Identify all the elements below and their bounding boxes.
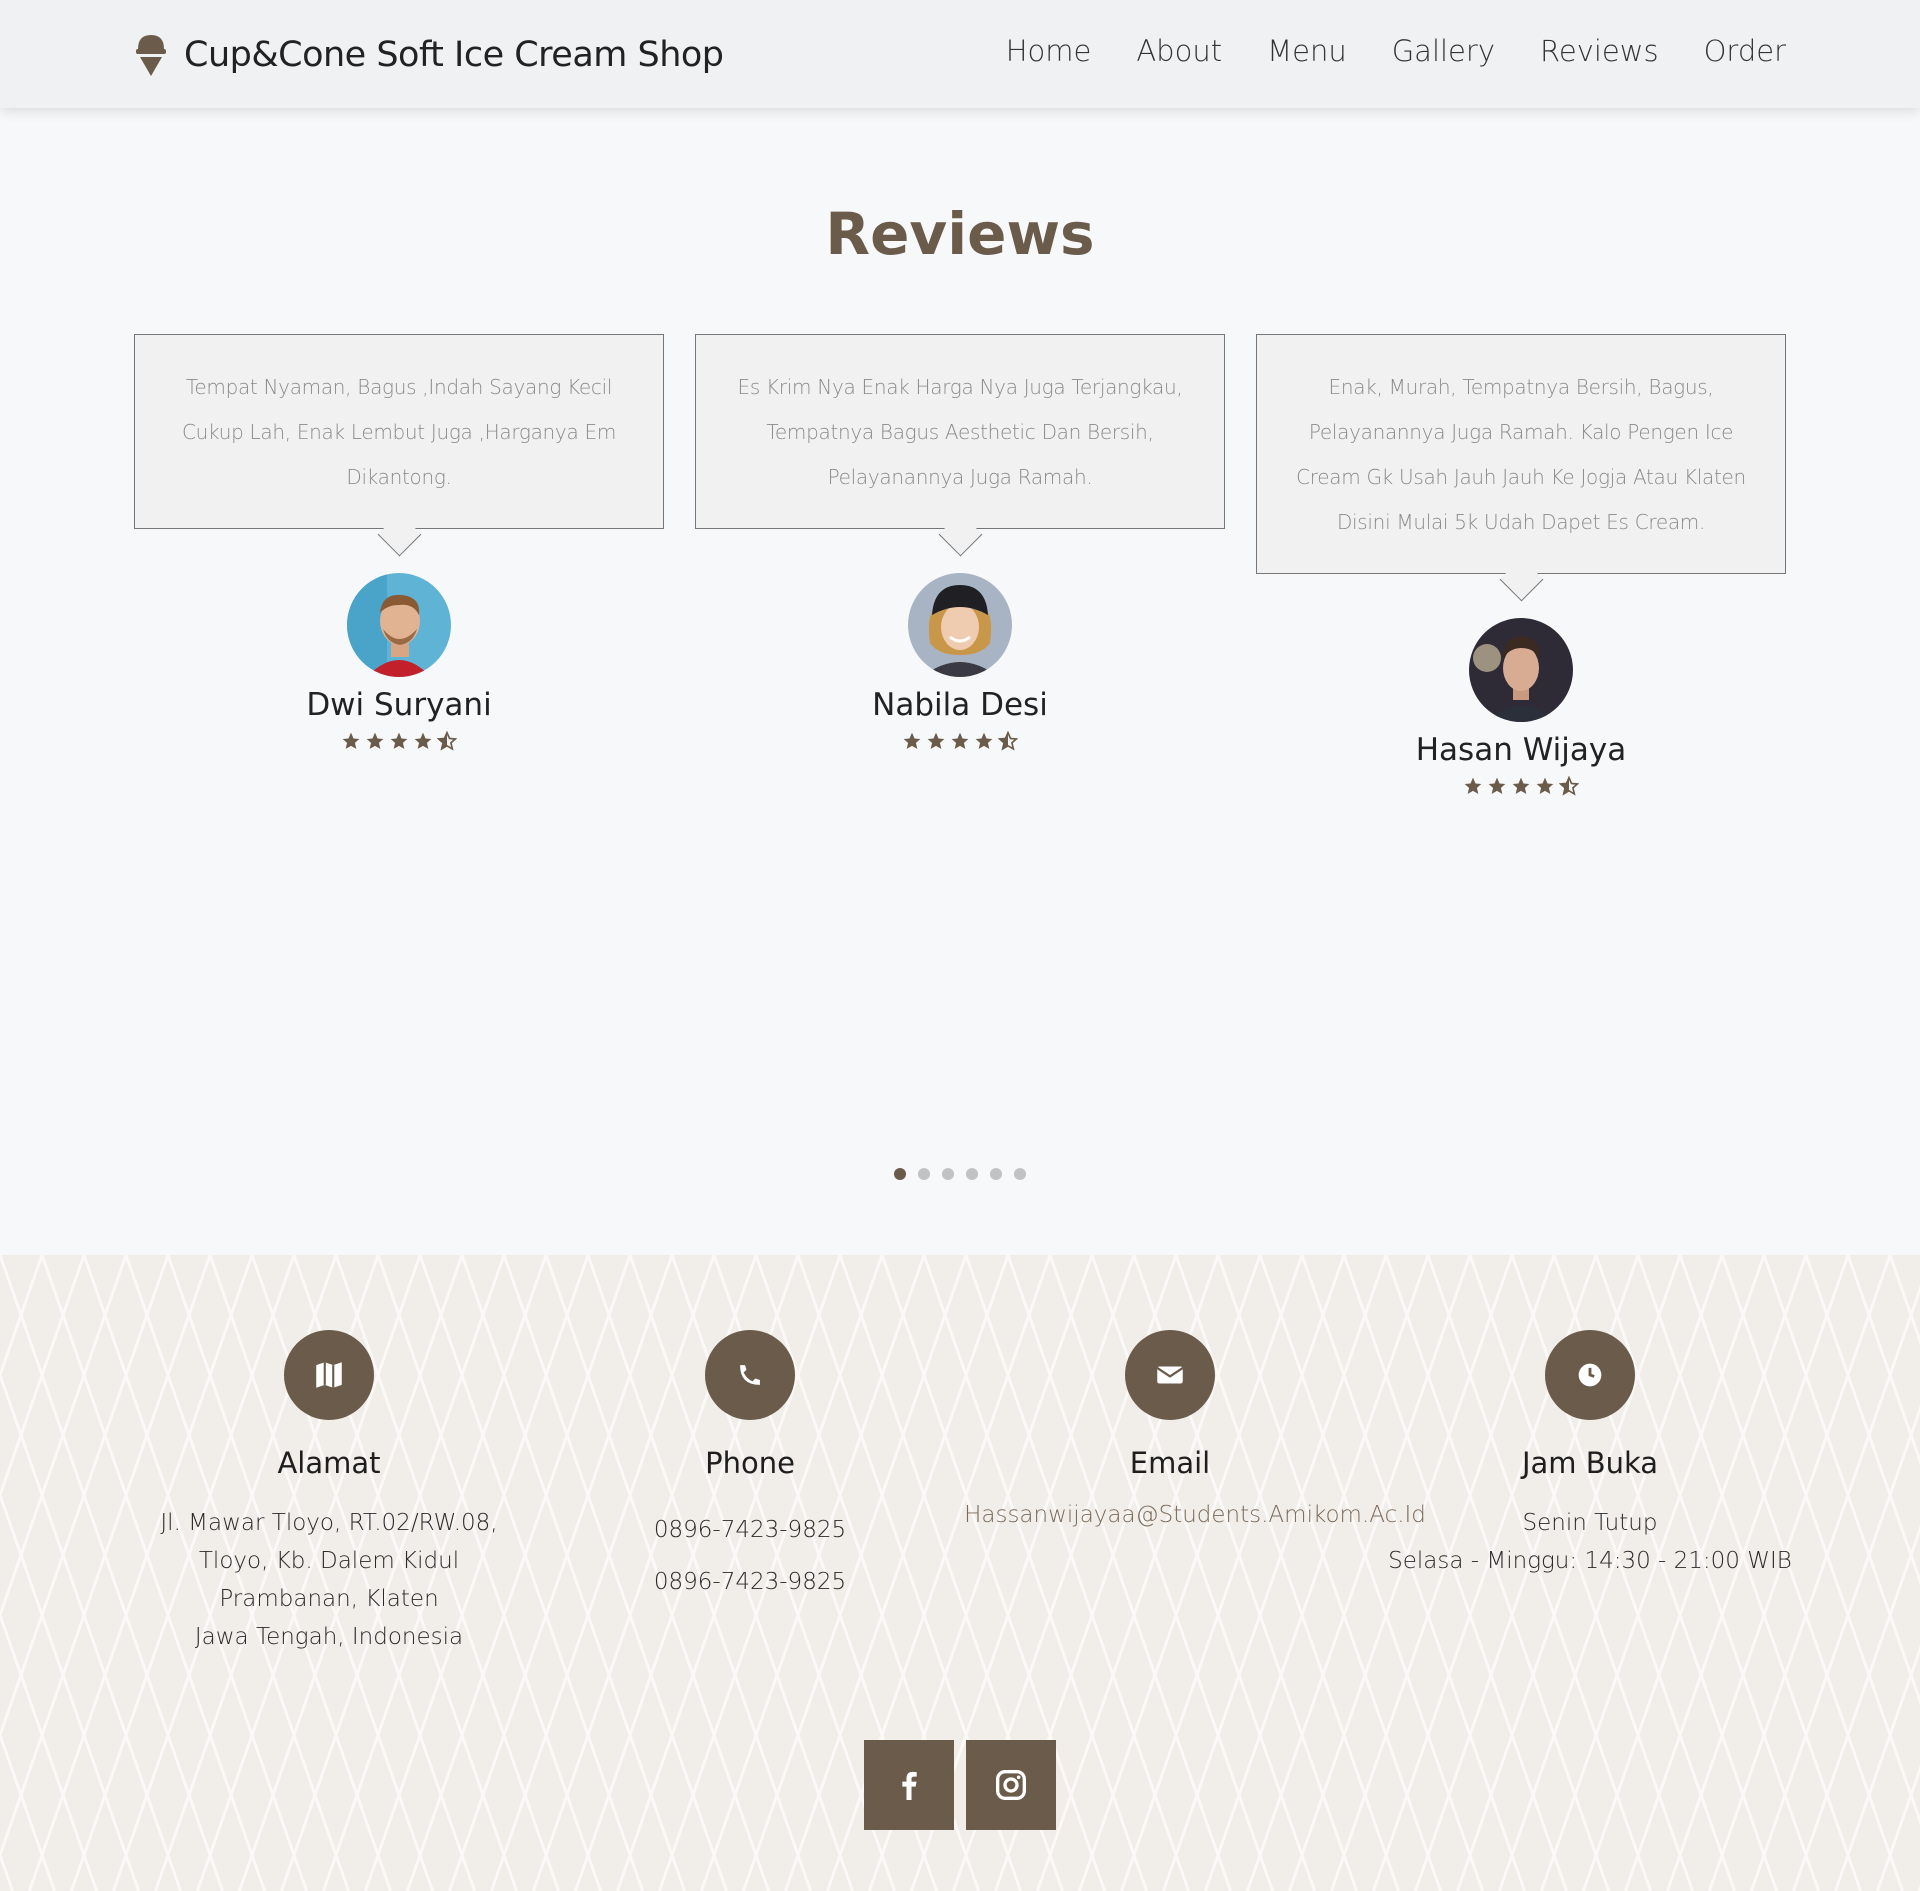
- hours-title: Jam Buka: [1521, 1446, 1659, 1480]
- nav-order[interactable]: Order: [1704, 34, 1786, 68]
- reviewer-name: Nabila Desi: [872, 687, 1048, 723]
- star-icon: [975, 732, 993, 749]
- review-card: Enak, Murah, Tempatnya Bersih, Bagus, Pe…: [1256, 334, 1786, 796]
- review-card: Es Krim Nya Enak Harga Nya Juga Terjangk…: [695, 334, 1225, 751]
- star-half-icon: [998, 731, 1018, 751]
- star-icon: [951, 732, 969, 749]
- avatar: [347, 573, 451, 677]
- star-half-icon: [437, 731, 457, 751]
- star-rating: [902, 731, 1018, 751]
- star-icon: [390, 732, 408, 749]
- map-icon: [316, 1362, 342, 1388]
- phone-numbers: 0896-7423-9825 0896-7423-9825: [654, 1504, 846, 1608]
- star-icon: [1512, 777, 1530, 794]
- star-icon: [342, 732, 360, 749]
- carousel-dot[interactable]: [894, 1168, 906, 1180]
- carousel-dot[interactable]: [990, 1168, 1002, 1180]
- star-rating: [1463, 776, 1579, 796]
- carousel-dot[interactable]: [966, 1168, 978, 1180]
- reviewer-name: Hasan Wijaya: [1415, 732, 1627, 768]
- phone-icon: [740, 1365, 760, 1385]
- phone-title: Phone: [705, 1446, 795, 1480]
- nav-about[interactable]: About: [1136, 34, 1222, 68]
- review-card: Tempat Nyaman, Bagus ,Indah Sayang Kecil…: [134, 334, 664, 751]
- social-links: [864, 1740, 1056, 1830]
- star-icon: [1488, 777, 1506, 794]
- avatar: [908, 573, 1012, 677]
- phone-number[interactable]: 0896-7423-9825: [654, 1504, 846, 1556]
- star-icon: [903, 732, 921, 749]
- reviewer-name: Dwi Suryani: [306, 687, 492, 723]
- brand[interactable]: Cup&Cone Soft Ice Cream Shop: [134, 30, 724, 80]
- avatar: [1469, 618, 1573, 722]
- carousel-dot[interactable]: [942, 1168, 954, 1180]
- star-rating: [341, 731, 457, 751]
- address-title: Alamat: [277, 1446, 381, 1480]
- instagram-icon: [996, 1770, 1026, 1800]
- email-title: Email: [1129, 1446, 1211, 1480]
- carousel-pagination: [0, 1168, 1920, 1180]
- star-half-icon: [1559, 776, 1579, 796]
- hours-text: Senin Tutup Selasa - Minggu: 14:30 - 21:…: [1388, 1510, 1792, 1574]
- ice-cream-icon: [136, 35, 166, 76]
- phone-number[interactable]: 0896-7423-9825: [654, 1556, 846, 1608]
- carousel-dot[interactable]: [1014, 1168, 1026, 1180]
- star-icon: [366, 732, 384, 749]
- hours-block: Jam Buka Senin Tutup Selasa - Minggu: 14…: [1380, 1330, 1800, 1580]
- star-icon: [927, 732, 945, 749]
- footer: Alamat Jl. Mawar Tloyo, RT.02/RW.08, Tlo…: [0, 1255, 1920, 1891]
- navbar: Cup&Cone Soft Ice Cream Shop Home About …: [0, 0, 1920, 108]
- phone-block: Phone 0896-7423-9825 0896-7423-9825: [540, 1330, 960, 1608]
- envelope-icon: [1156, 1366, 1184, 1384]
- facebook-icon: [902, 1771, 917, 1800]
- star-icon: [1536, 777, 1554, 794]
- review-text: Tempat Nyaman, Bagus ,Indah Sayang Kecil…: [134, 334, 664, 529]
- instagram-button[interactable]: [966, 1740, 1056, 1830]
- address-text: Jl. Mawar Tloyo, RT.02/RW.08, Tloyo, Kb.…: [160, 1510, 498, 1650]
- nav-home[interactable]: Home: [1006, 34, 1092, 68]
- nav-menu: Home About Menu Gallery Reviews Order: [1006, 34, 1786, 68]
- address-block: Alamat Jl. Mawar Tloyo, RT.02/RW.08, Tlo…: [119, 1330, 539, 1656]
- review-text: Enak, Murah, Tempatnya Bersih, Bagus, Pe…: [1256, 334, 1786, 574]
- email-block: Email Hassanwijayaa@Students.Amikom.Ac.I…: [960, 1330, 1426, 1534]
- clock-icon: [1578, 1363, 1602, 1387]
- review-text: Es Krim Nya Enak Harga Nya Juga Terjangk…: [695, 334, 1225, 529]
- facebook-button[interactable]: [864, 1740, 954, 1830]
- star-icon: [1464, 777, 1482, 794]
- nav-menu-link[interactable]: Menu: [1267, 34, 1347, 68]
- nav-reviews[interactable]: Reviews: [1540, 34, 1659, 68]
- email-link[interactable]: Hassanwijayaa@Students.Amikom.Ac.Id: [964, 1496, 1426, 1534]
- carousel-dot[interactable]: [918, 1168, 930, 1180]
- reviews-title: Reviews: [825, 200, 1095, 268]
- brand-name: Cup&Cone Soft Ice Cream Shop: [184, 35, 724, 75]
- nav-gallery[interactable]: Gallery: [1392, 34, 1495, 68]
- star-icon: [414, 732, 432, 749]
